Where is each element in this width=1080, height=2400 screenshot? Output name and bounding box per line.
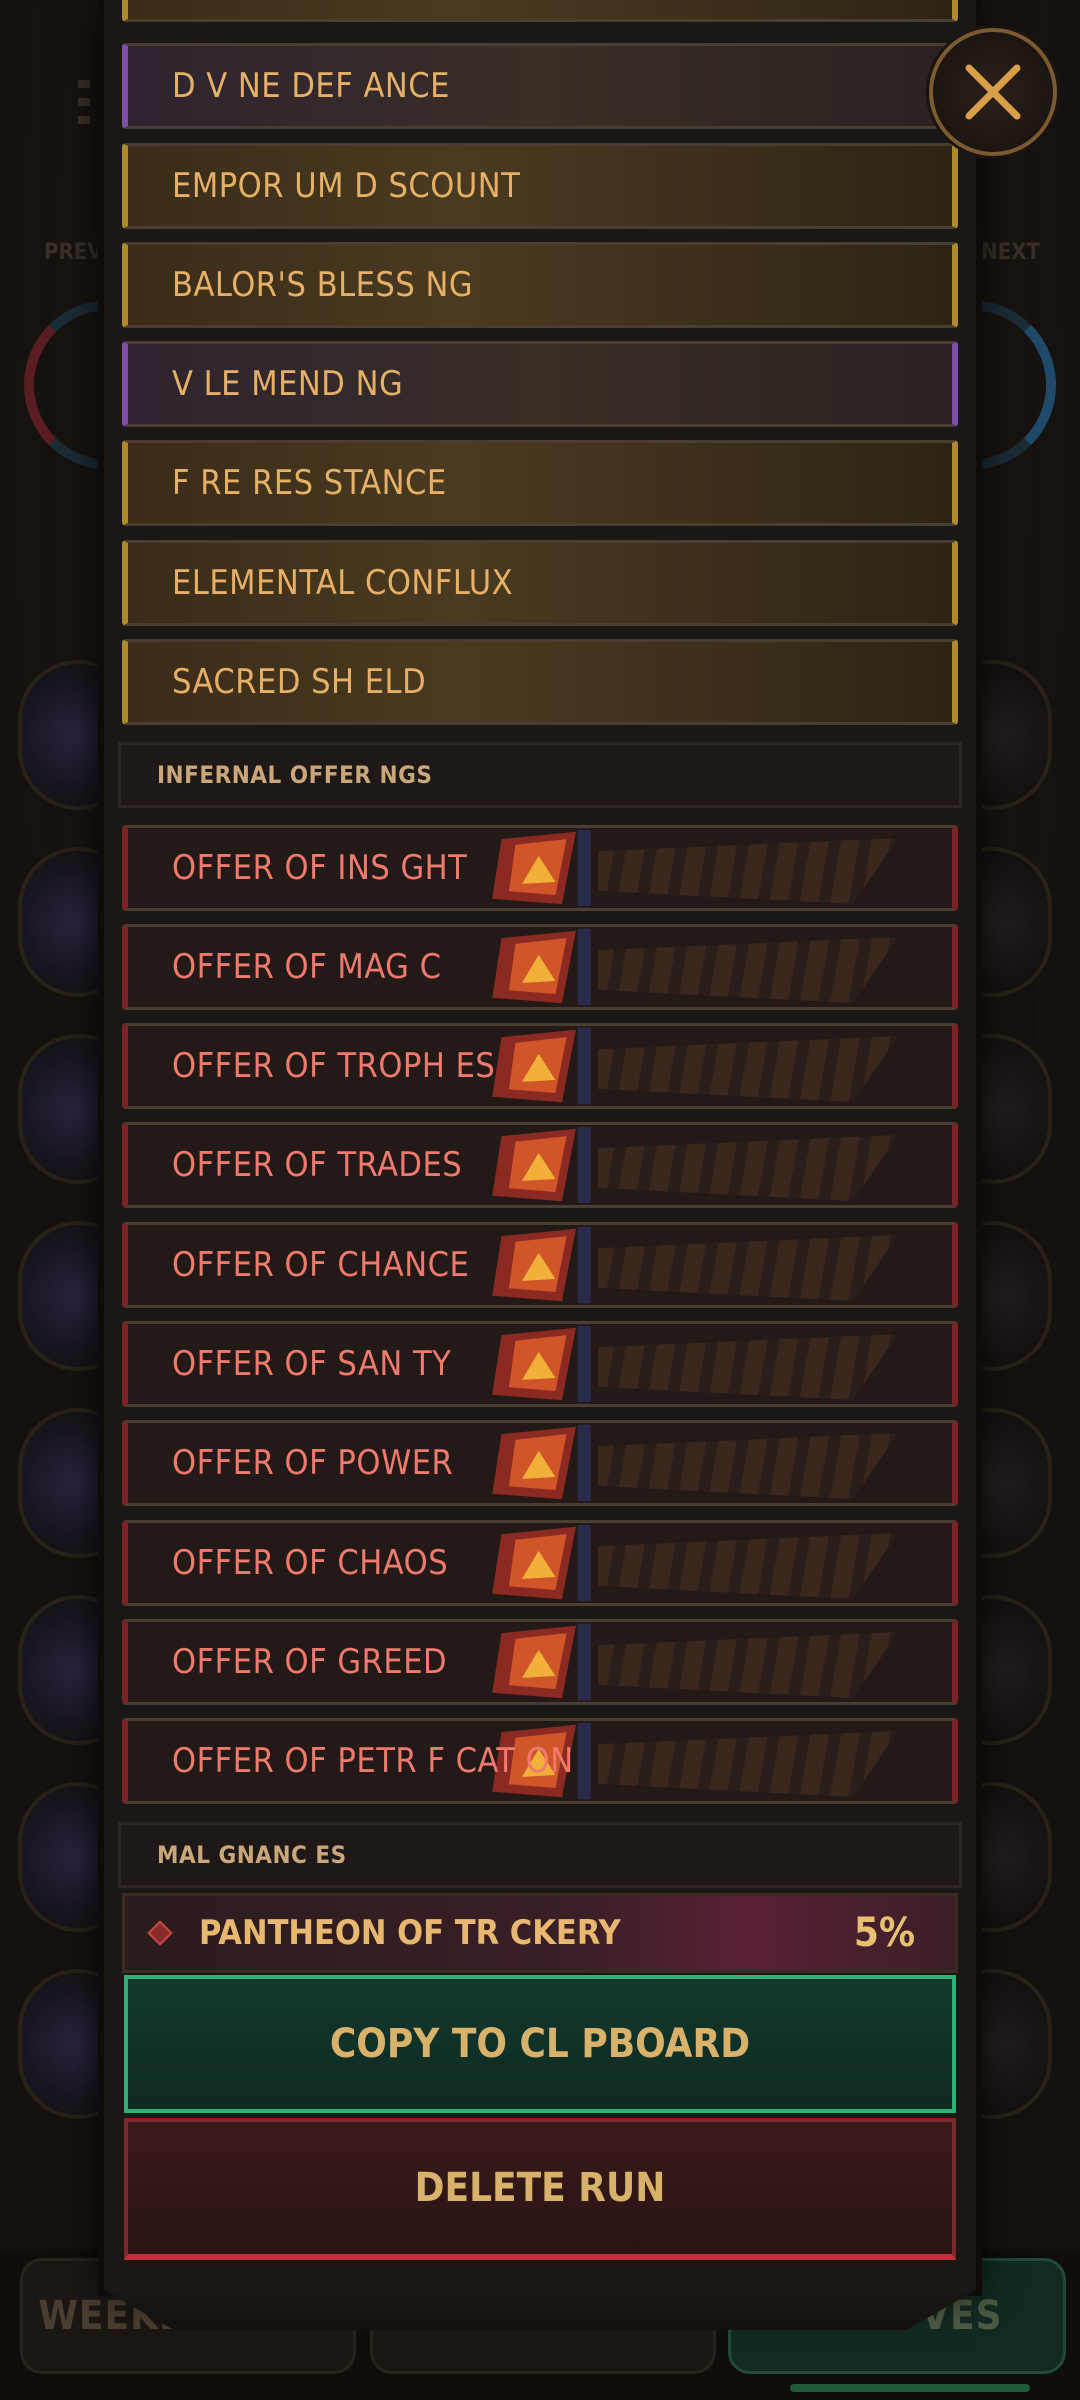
offering-row[interactable]: OFFER OF CHANCE: [122, 1222, 958, 1308]
offering-label: OFFER OF CHANCE: [172, 1245, 470, 1285]
blessing-label: BALOR'S BLESS NG: [172, 265, 474, 305]
feather-decoration: [598, 1632, 898, 1698]
offering-row[interactable]: OFFER OF CHAOS: [122, 1520, 958, 1606]
offering-label: OFFER OF TROPH ES: [172, 1046, 496, 1086]
menu-icon: [78, 80, 90, 128]
offering-label: OFFER OF POWER: [172, 1443, 454, 1483]
feather-decoration: [598, 1036, 898, 1102]
blessing-row[interactable]: ELEMENTAL CONFLUX: [122, 540, 958, 626]
blessing-label: D V NE DEF ANCE: [172, 66, 450, 106]
feather-decoration: [598, 937, 898, 1003]
close-button[interactable]: [929, 28, 1057, 156]
offering-row[interactable]: OFFER OF POWER: [122, 1420, 958, 1506]
blessing-row[interactable]: SACRED SH ELD: [122, 639, 958, 725]
active-tab-indicator: [790, 2384, 1030, 2392]
blessing-row-partial: [122, 0, 958, 22]
section-title: MAL GNANC ES: [157, 1841, 347, 1869]
offering-label: OFFER OF SAN TY: [172, 1344, 452, 1384]
offering-row[interactable]: OFFER OF TRADES: [122, 1122, 958, 1208]
malignancies-header: MAL GNANC ES: [118, 1822, 962, 1888]
feather-decoration: [598, 1533, 898, 1599]
offering-row[interactable]: OFFER OF TROPH ES: [122, 1023, 958, 1109]
blessing-row[interactable]: V LE MEND NG: [122, 341, 958, 427]
prev-label: PREV: [44, 240, 103, 265]
diamond-icon: [147, 1920, 173, 1946]
offering-label: OFFER OF CHAOS: [172, 1543, 449, 1583]
blessing-label: SACRED SH ELD: [172, 662, 427, 702]
malignancy-name: PANTHEON OF TR CKERY: [199, 1913, 621, 1953]
feather-decoration: [598, 838, 898, 904]
blessing-label: F RE RES STANCE: [172, 463, 447, 503]
blessing-row[interactable]: F RE RES STANCE: [122, 440, 958, 526]
section-title: INFERNAL OFFER NGS: [157, 761, 433, 789]
blessing-row[interactable]: BALOR'S BLESS NG: [122, 242, 958, 328]
offering-label: OFFER OF GREED: [172, 1642, 448, 1682]
delete-run-button[interactable]: DELETE RUN: [124, 2118, 956, 2260]
offering-label: OFFER OF INS GHT: [172, 848, 468, 888]
offering-row[interactable]: OFFER OF GREED: [122, 1619, 958, 1705]
offering-row[interactable]: OFFER OF SAN TY: [122, 1321, 958, 1407]
infernal-offerings-header: INFERNAL OFFER NGS: [118, 742, 962, 808]
offering-row[interactable]: OFFER OF INS GHT: [122, 825, 958, 911]
feather-decoration: [598, 1731, 898, 1797]
offering-row[interactable]: OFFER OF MAG C: [122, 924, 958, 1010]
malignancy-percent: 5%: [853, 1910, 915, 1956]
offering-label: OFFER OF MAG C: [172, 947, 442, 987]
blessing-label: ELEMENTAL CONFLUX: [172, 563, 514, 603]
close-icon: [965, 64, 1021, 120]
next-label: NEXT: [981, 240, 1040, 265]
malignancy-row[interactable]: PANTHEON OF TR CKERY 5%: [122, 1893, 958, 1973]
blessing-label: EMPOR UM D SCOUNT: [172, 166, 521, 206]
feather-decoration: [598, 1433, 898, 1499]
run-details-panel[interactable]: D V NE DEF ANCE EMPOR UM D SCOUNT BALOR'…: [104, 0, 976, 2290]
offering-row[interactable]: OFFER OF PETR F CAT ON: [122, 1718, 958, 1804]
copy-to-clipboard-button[interactable]: COPY TO CL PBOARD: [124, 1975, 956, 2113]
feather-decoration: [598, 1235, 898, 1301]
offering-label: OFFER OF PETR F CAT ON: [172, 1741, 574, 1781]
blessing-row[interactable]: D V NE DEF ANCE: [122, 43, 958, 129]
offering-label: OFFER OF TRADES: [172, 1145, 463, 1185]
feather-decoration: [598, 1334, 898, 1400]
blessing-label: V LE MEND NG: [172, 364, 404, 404]
feather-decoration: [598, 1135, 898, 1201]
blessing-row[interactable]: EMPOR UM D SCOUNT: [122, 143, 958, 229]
